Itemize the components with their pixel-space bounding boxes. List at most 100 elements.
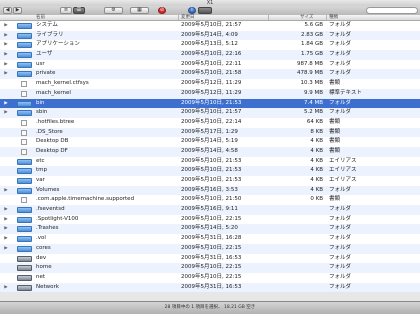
file-name: etc [36,157,45,164]
disclosure-triangle-icon[interactable]: ▶ [3,21,9,31]
file-name: private [36,70,56,77]
header-divider[interactable] [326,15,327,20]
modified-date: 2009年5月31日, 16:28 [181,235,242,242]
disclosure-triangle-icon[interactable]: ▶ [3,186,9,196]
file-name: dev [36,254,47,261]
file-row[interactable]: home 2009年5月10日, 22:15 フォルダ [0,263,420,273]
file-row[interactable]: ▶ .vol 2009年5月31日, 16:28 フォルダ [0,234,420,244]
file-row[interactable]: ▶ sbin 2009年5月10日, 21:57 5.2 MB フォルダ [0,108,420,118]
file-row[interactable]: Desktop DB 2009年5月14日, 5:19 4 KB 書類 [0,137,420,147]
file-row[interactable]: var 2009年5月10日, 21:53 4 KB エイリアス [0,176,420,186]
header-name[interactable]: 名前 [36,15,45,20]
arrange-button[interactable]: ▦ [130,7,149,14]
disclosure-triangle-icon[interactable]: ▶ [3,40,9,50]
action-menu-button[interactable]: ⚙ [104,7,123,14]
info-icon[interactable]: i [188,7,196,14]
file-kind: フォルダ [329,273,352,280]
file-row[interactable]: ▶ システム 2009年5月10日, 21:57 5.6 GB フォルダ [0,21,420,31]
file-kind: エイリアス [329,167,357,174]
file-size: 0 KB [310,196,323,203]
file-row[interactable]: ▶ Volumes 2009年5月16日, 3:53 4 KB フォルダ [0,185,420,196]
modified-date: 2009年5月13日, 5:12 [181,41,238,48]
file-kind: 書類 [329,118,341,125]
folder-icon [17,207,32,214]
file-row[interactable]: Desktop DF 2009年5月14日, 4:58 4 KB 書類 [0,146,420,157]
file-icon [21,81,27,88]
disk-icon [17,265,32,272]
file-kind: フォルダ [329,22,352,28]
file-size: 7.4 MB [303,99,323,106]
disclosure-triangle-icon[interactable]: ▶ [3,99,9,109]
disclosure-triangle-icon[interactable]: ▶ [3,60,9,70]
file-size: 5.6 GB [304,22,323,28]
file-row[interactable]: ▶ ライブラリ 2009年5月14日, 4:09 2.83 GB フォルダ [0,30,420,41]
disclosure-triangle-icon[interactable]: ▶ [3,215,9,225]
file-size: 5.2 MB [303,109,323,116]
search-input[interactable] [366,7,418,14]
modified-date: 2009年5月14日, 5:19 [181,138,238,145]
view-icon-button[interactable]: ≡ [60,7,72,14]
file-row[interactable]: ▶ アプリケーション 2009年5月13日, 5:12 1.84 GB フォルダ [0,40,420,51]
disclosure-triangle-icon[interactable]: ▶ [3,244,9,254]
file-row[interactable]: ▶ Network 2009年5月31日, 16:53 フォルダ [0,282,420,293]
file-row[interactable]: mach_kernel.ctfsys 2009年5月12日, 11:29 10.3 … [0,79,420,89]
folder-icon [17,236,32,243]
file-kind: 標準テキスト [329,89,362,96]
folder-icon [17,110,32,117]
file-row[interactable]: ▶ ユーザ 2009年5月10日, 22:16 1.75 GB フォルダ [0,50,420,60]
disk-icon [17,274,32,281]
disclosure-triangle-icon[interactable]: ▶ [3,205,9,215]
file-row[interactable]: etc 2009年5月10日, 21:53 4 KB エイリアス [0,156,420,167]
view-list-button[interactable]: ☰ [73,7,85,14]
file-row[interactable]: ▶ bin 2009年5月10日, 21:53 7.4 MB フォルダ [0,98,420,109]
header-divider[interactable] [178,15,179,20]
disclosure-triangle-icon[interactable]: ▶ [3,50,9,60]
file-kind: フォルダ [329,206,352,213]
file-row[interactable]: ▶ private 2009年5月10日, 21:58 478.9 MB フォルダ [0,69,420,80]
file-name: Desktop DB [36,138,69,145]
disclosure-triangle-icon[interactable]: ▶ [3,108,9,118]
header-date[interactable]: 変更日 [181,15,195,20]
file-kind: エイリアス [329,157,357,164]
file-kind: フォルダ [329,31,352,38]
file-icon [21,119,27,126]
file-row[interactable]: ▶ usr 2009年5月10日, 22:11 987.8 MB フォルダ [0,59,420,70]
file-name: .Spotlight-V100 [36,215,79,222]
folder-icon [17,100,32,107]
folder-icon [17,187,32,194]
file-kind: フォルダ [329,264,352,271]
file-row[interactable]: net 2009年5月10日, 22:15 フォルダ [0,272,420,283]
disclosure-triangle-icon[interactable]: ▶ [3,283,9,293]
file-name: mach_kernel [36,89,71,96]
file-name: home [36,264,52,271]
file-kind: 書類 [329,147,341,154]
disclosure-triangle-icon[interactable]: ▶ [3,234,9,244]
file-row[interactable]: .hotfiles.btree 2009年5月10日, 22:14 64 KB 書類 [0,117,420,128]
disclosure-triangle-icon[interactable]: ▶ [3,31,9,41]
header-kind[interactable]: 種類 [329,15,338,20]
file-row[interactable]: .DS_Store 2009年5月17日, 1:29 8 KB 書類 [0,127,420,138]
file-row[interactable]: dev 2009年5月31日, 16:53 フォルダ [0,253,420,264]
toolbar: ◀ ▶ ≡ ☰ ⚙ ▦ ⊘ i [0,6,420,15]
file-row[interactable]: ▶ .Trashes 2009年5月14日, 5:20 フォルダ [0,224,420,235]
file-row[interactable]: ▶ cores 2009年5月10日, 22:15 フォルダ [0,243,420,254]
file-row[interactable]: ▶ .Spotlight-V100 2009年5月10日, 22:15 フォルダ [0,214,420,225]
file-row[interactable]: ▶ .fseventsd 2009年5月16日, 9:11 フォルダ [0,205,420,215]
quicklook-button[interactable] [198,7,212,14]
disclosure-triangle-icon[interactable]: ▶ [3,69,9,79]
file-name: usr [36,60,45,67]
file-kind: 書類 [329,128,341,135]
file-kind: フォルダ [329,109,352,116]
file-name: .fseventsd [36,206,65,213]
file-row[interactable]: mach_kernel 2009年5月12日, 11:29 9.9 MB 標準テキスト [0,88,420,99]
file-row[interactable]: .com.apple.timemachine.supported 2009年5月1… [0,195,420,206]
disclosure-triangle-icon[interactable]: ▶ [3,224,9,234]
header-size[interactable]: サイズ [300,15,313,20]
file-row[interactable]: tmp 2009年5月10日, 21:53 4 KB エイリアス [0,166,420,176]
back-button[interactable]: ◀ [3,7,12,14]
modified-date: 2009年5月10日, 21:53 [181,177,242,183]
eject-icon[interactable]: ⊘ [158,7,166,14]
forward-button[interactable]: ▶ [13,7,22,14]
file-size: 64 KB [306,118,323,125]
header-divider[interactable] [268,15,269,20]
